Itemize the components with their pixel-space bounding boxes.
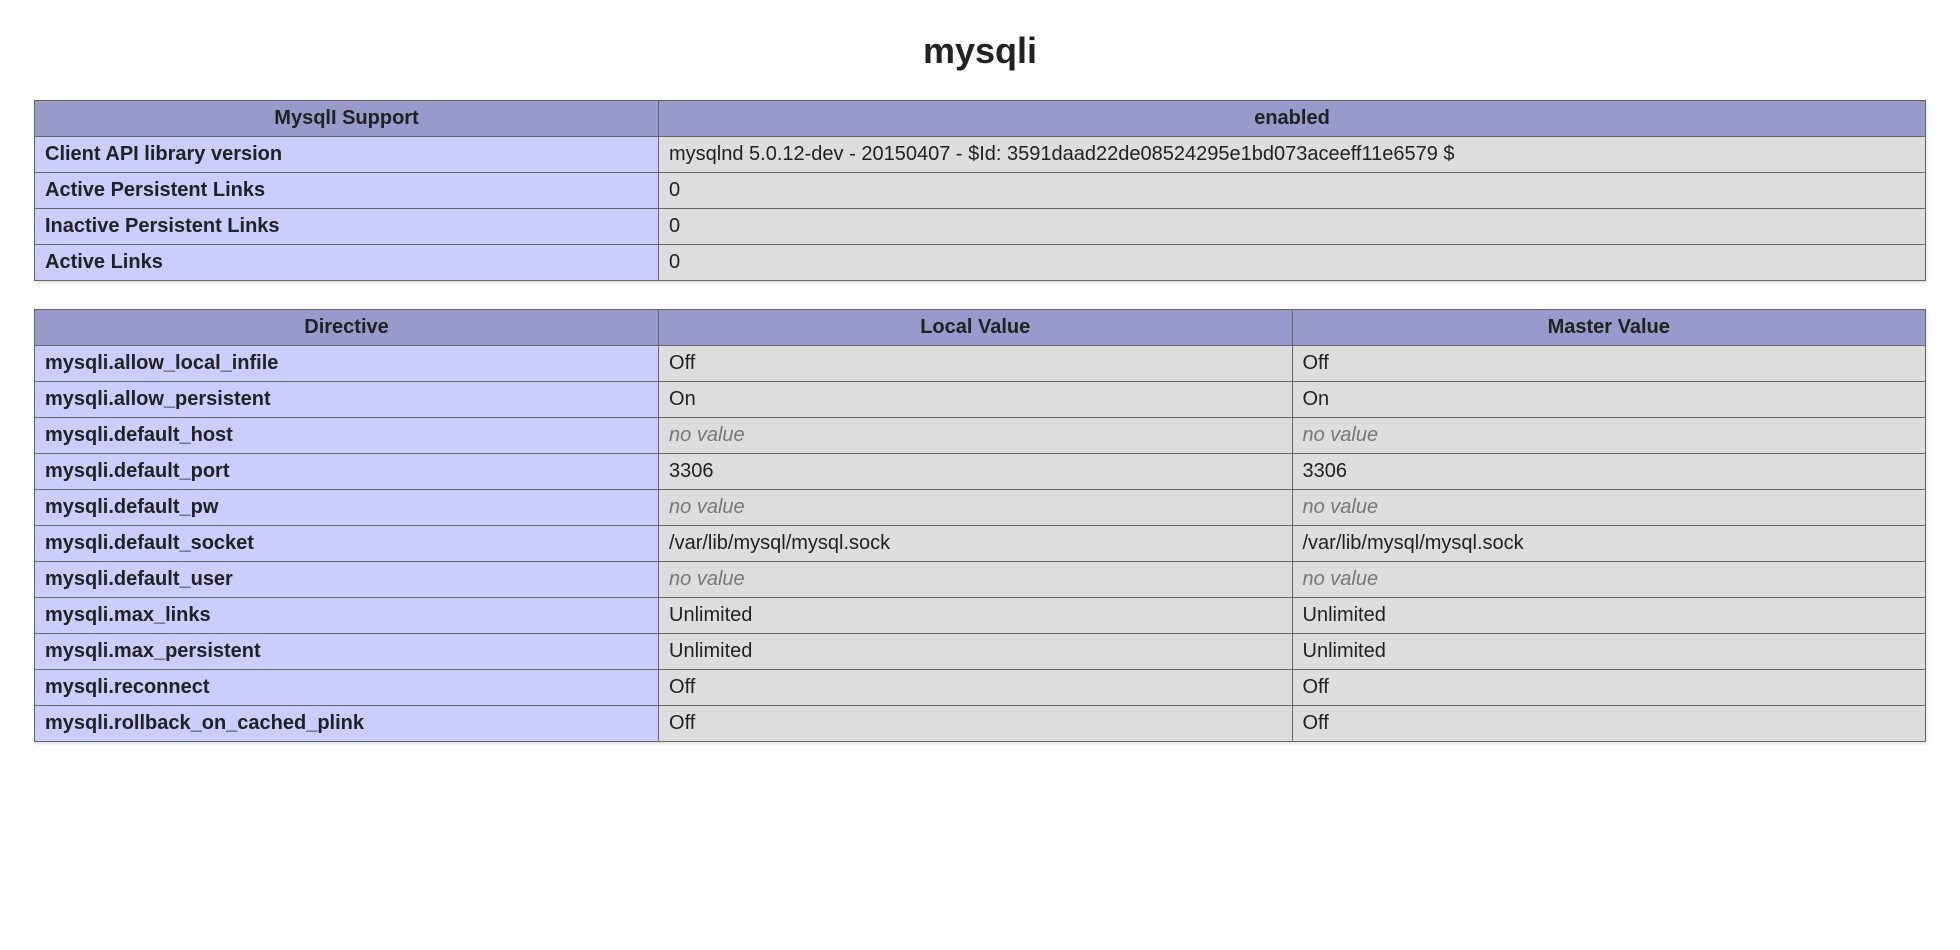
- table-row: Inactive Persistent Links0: [35, 209, 1926, 245]
- table-row: mysqli.default_port33063306: [35, 454, 1926, 490]
- table-row: mysqli.default_user no value no value: [35, 562, 1926, 598]
- master-value: no value: [1292, 418, 1926, 454]
- directive-name: mysqli.max_links: [35, 598, 659, 634]
- directive-name: Active Links: [35, 245, 659, 281]
- local-value: Unlimited: [659, 634, 1292, 670]
- master-value: 3306: [1292, 454, 1926, 490]
- table-row: Active Persistent Links0: [35, 173, 1926, 209]
- table-row: mysqli.max_persistentUnlimitedUnlimited: [35, 634, 1926, 670]
- directives-header-master: Master Value: [1292, 310, 1926, 346]
- directive-name: mysqli.default_pw: [35, 490, 659, 526]
- table-row: mysqli.allow_persistentOnOn: [35, 382, 1926, 418]
- summary-header-row: MysqlI Support enabled: [35, 101, 1926, 137]
- local-value: Off: [659, 346, 1292, 382]
- directive-value: 0: [659, 173, 1926, 209]
- no-value-text: no value: [669, 496, 745, 518]
- directives-header-directive: Directive: [35, 310, 659, 346]
- directives-table: Directive Local Value Master Value mysql…: [34, 309, 1926, 742]
- directive-value: 0: [659, 245, 1926, 281]
- no-value-text: no value: [1303, 568, 1379, 590]
- table-row: mysqli.max_linksUnlimitedUnlimited: [35, 598, 1926, 634]
- directive-name: mysqli.default_host: [35, 418, 659, 454]
- table-row: mysqli.default_socket/var/lib/mysql/mysq…: [35, 526, 1926, 562]
- no-value-text: no value: [1303, 496, 1379, 518]
- directive-name: Inactive Persistent Links: [35, 209, 659, 245]
- local-value: 3306: [659, 454, 1292, 490]
- no-value-text: no value: [669, 568, 745, 590]
- master-value: Off: [1292, 346, 1926, 382]
- master-value: Off: [1292, 706, 1926, 742]
- master-value: no value: [1292, 562, 1926, 598]
- table-row: mysqli.default_pw no value no value: [35, 490, 1926, 526]
- local-value: no value: [659, 418, 1292, 454]
- local-value: no value: [659, 562, 1292, 598]
- local-value: /var/lib/mysql/mysql.sock: [659, 526, 1292, 562]
- directive-name: mysqli.default_port: [35, 454, 659, 490]
- directive-name: mysqli.default_user: [35, 562, 659, 598]
- local-value: Unlimited: [659, 598, 1292, 634]
- directive-name: mysqli.default_socket: [35, 526, 659, 562]
- directive-value: mysqlnd 5.0.12-dev - 20150407 - $Id: 359…: [659, 137, 1926, 173]
- directive-name: mysqli.allow_local_infile: [35, 346, 659, 382]
- no-value-text: no value: [1303, 424, 1379, 446]
- directive-name: mysqli.max_persistent: [35, 634, 659, 670]
- local-value: no value: [659, 490, 1292, 526]
- table-row: Client API library versionmysqlnd 5.0.12…: [35, 137, 1926, 173]
- table-row: mysqli.reconnectOffOff: [35, 670, 1926, 706]
- master-value: no value: [1292, 490, 1926, 526]
- directives-header-local: Local Value: [659, 310, 1292, 346]
- master-value: /var/lib/mysql/mysql.sock: [1292, 526, 1926, 562]
- summary-header-support: MysqlI Support: [35, 101, 659, 137]
- directive-name: mysqli.reconnect: [35, 670, 659, 706]
- summary-header-enabled: enabled: [659, 101, 1926, 137]
- local-value: On: [659, 382, 1292, 418]
- local-value: Off: [659, 670, 1292, 706]
- directive-name: mysqli.allow_persistent: [35, 382, 659, 418]
- table-row: mysqli.default_host no value no value: [35, 418, 1926, 454]
- section-title: mysqli: [34, 30, 1926, 72]
- master-value: On: [1292, 382, 1926, 418]
- table-row: Active Links0: [35, 245, 1926, 281]
- directive-value: 0: [659, 209, 1926, 245]
- directive-name: Active Persistent Links: [35, 173, 659, 209]
- local-value: Off: [659, 706, 1292, 742]
- directives-header-row: Directive Local Value Master Value: [35, 310, 1926, 346]
- directive-name: mysqli.rollback_on_cached_plink: [35, 706, 659, 742]
- directive-name: Client API library version: [35, 137, 659, 173]
- table-row: mysqli.allow_local_infileOffOff: [35, 346, 1926, 382]
- table-row: mysqli.rollback_on_cached_plinkOffOff: [35, 706, 1926, 742]
- master-value: Off: [1292, 670, 1926, 706]
- master-value: Unlimited: [1292, 634, 1926, 670]
- no-value-text: no value: [669, 424, 745, 446]
- summary-table: MysqlI Support enabled Client API librar…: [34, 100, 1926, 281]
- master-value: Unlimited: [1292, 598, 1926, 634]
